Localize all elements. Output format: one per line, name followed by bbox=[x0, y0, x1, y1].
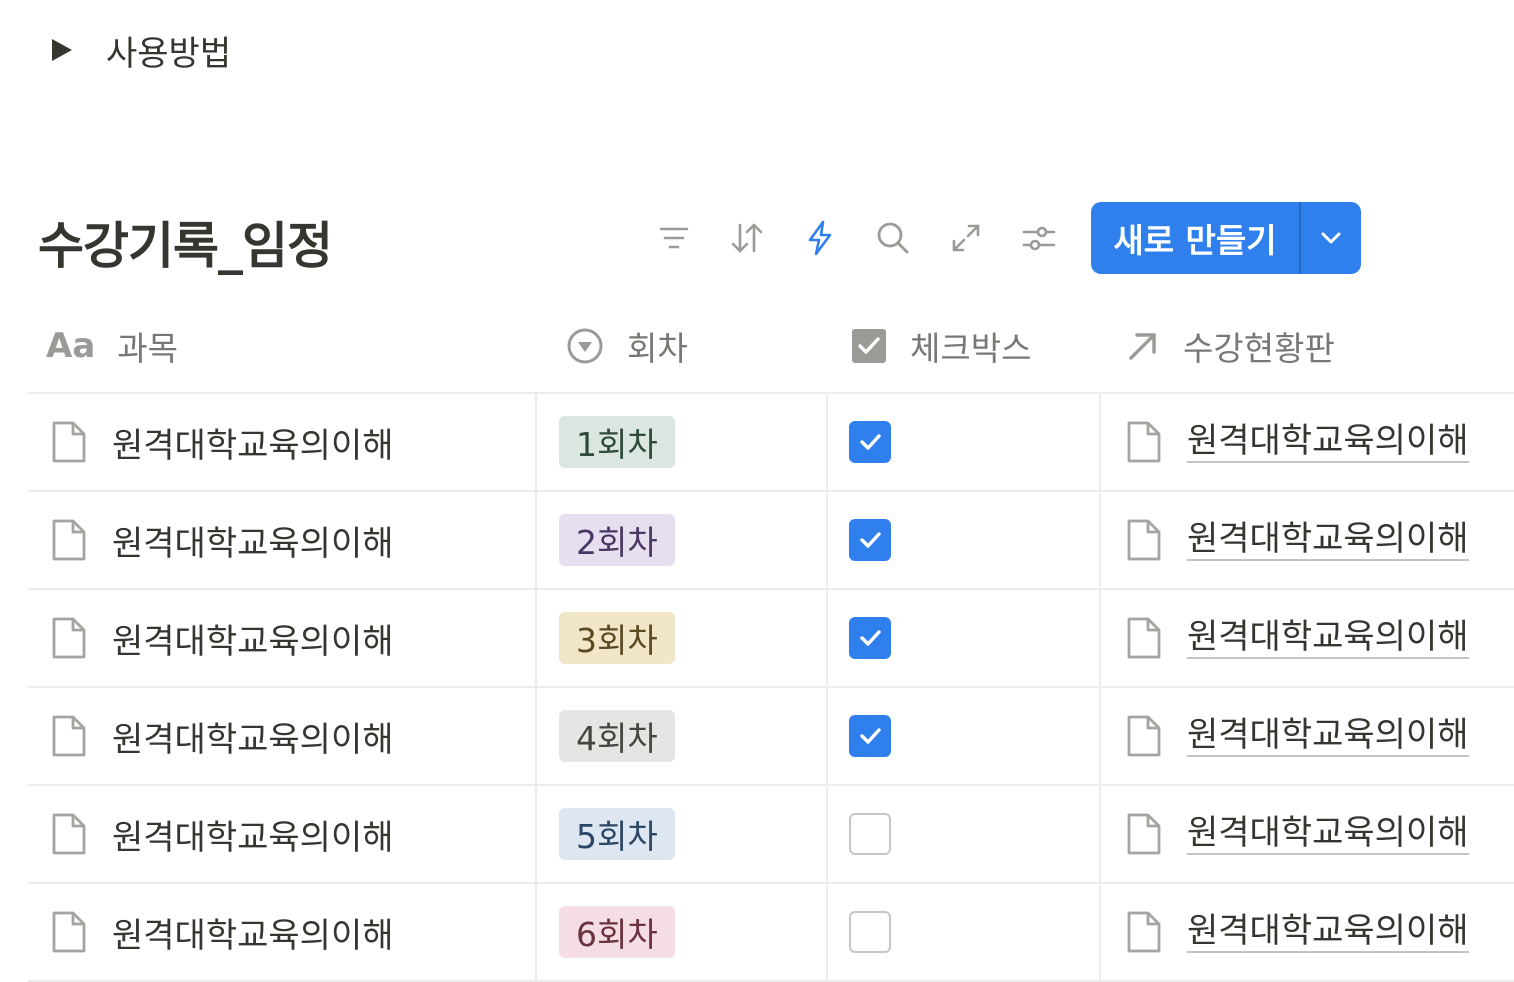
table-row[interactable]: 원격대학교육의이해 3회차 원격대학교육의이해 bbox=[28, 590, 1514, 688]
session-tag: 6회차 bbox=[559, 906, 675, 958]
new-button-group: 새로 만들기 bbox=[1091, 202, 1361, 274]
checkbox[interactable] bbox=[849, 617, 891, 659]
cell-session[interactable]: 1회차 bbox=[537, 394, 828, 490]
checkbox[interactable] bbox=[849, 715, 891, 757]
database-toolbar: 새로 만들기 bbox=[650, 202, 1361, 274]
cell-relation[interactable]: 원격대학교육의이해 bbox=[1101, 884, 1514, 980]
column-header-checkbox[interactable]: 체크박스 bbox=[826, 300, 1099, 392]
select-property-icon bbox=[565, 326, 605, 366]
relation-link[interactable]: 원격대학교육의이해 bbox=[1187, 813, 1469, 855]
relation-link[interactable]: 원격대학교육의이해 bbox=[1187, 911, 1469, 953]
check-icon bbox=[860, 434, 881, 450]
cell-checkbox[interactable] bbox=[828, 786, 1101, 882]
row-title[interactable]: 원격대학교육의이해 bbox=[112, 810, 394, 859]
triangle-right-icon[interactable] bbox=[52, 39, 72, 61]
cell-relation[interactable]: 원격대학교육의이해 bbox=[1101, 688, 1514, 784]
cell-checkbox[interactable] bbox=[828, 884, 1101, 980]
row-title[interactable]: 원격대학교육의이해 bbox=[112, 712, 394, 761]
relation-link[interactable]: 원격대학교육의이해 bbox=[1187, 617, 1469, 659]
page-icon bbox=[1125, 420, 1163, 464]
page-icon bbox=[50, 616, 88, 660]
column-label: 수강현황판 bbox=[1183, 329, 1335, 368]
search-icon[interactable] bbox=[869, 214, 917, 262]
column-header-subject[interactable]: Aa 과목 bbox=[28, 300, 535, 392]
settings-sliders-icon[interactable] bbox=[1015, 214, 1063, 262]
table-row[interactable]: 원격대학교육의이해 1회차 원격대학교육의이해 bbox=[28, 394, 1514, 492]
cell-session[interactable]: 6회차 bbox=[537, 884, 828, 980]
page-icon bbox=[1125, 518, 1163, 562]
sort-icon[interactable] bbox=[723, 214, 771, 262]
page-icon bbox=[1125, 714, 1163, 758]
check-icon bbox=[860, 728, 881, 744]
database-title[interactable]: 수강기록_임정 bbox=[38, 206, 333, 278]
row-title[interactable]: 원격대학교육의이해 bbox=[112, 418, 394, 467]
session-tag: 1회차 bbox=[559, 416, 675, 468]
database-table: Aa 과목 회차 체크박스 수강현황판 원격대학교육의이해 1회차 원격대학교육의이… bbox=[28, 300, 1514, 982]
relation-link[interactable]: 원격대학교육의이해 bbox=[1187, 421, 1469, 463]
text-property-icon: Aa bbox=[46, 326, 96, 366]
cell-subject[interactable]: 원격대학교육의이해 bbox=[28, 884, 537, 980]
page-icon bbox=[50, 518, 88, 562]
checkbox-property-icon bbox=[850, 327, 888, 365]
chevron-down-icon[interactable] bbox=[1301, 202, 1361, 274]
new-button[interactable]: 새로 만들기 bbox=[1091, 202, 1299, 274]
session-tag: 4회차 bbox=[559, 710, 675, 762]
cell-subject[interactable]: 원격대학교육의이해 bbox=[28, 590, 537, 686]
page-icon bbox=[1125, 812, 1163, 856]
row-title[interactable]: 원격대학교육의이해 bbox=[112, 908, 394, 957]
cell-relation[interactable]: 원격대학교육의이해 bbox=[1101, 492, 1514, 588]
column-header-session[interactable]: 회차 bbox=[535, 300, 826, 392]
page-icon bbox=[50, 714, 88, 758]
table-body: 원격대학교육의이해 1회차 원격대학교육의이해 원격대학교육의이해 2회차 원격대학교육의… bbox=[28, 394, 1514, 982]
checkbox[interactable] bbox=[849, 519, 891, 561]
toggle-block[interactable]: 사용방법 bbox=[48, 24, 231, 76]
checkbox[interactable] bbox=[849, 813, 891, 855]
page-icon bbox=[1125, 910, 1163, 954]
cell-checkbox[interactable] bbox=[828, 688, 1101, 784]
cell-checkbox[interactable] bbox=[828, 394, 1101, 490]
automation-lightning-icon[interactable] bbox=[796, 214, 844, 262]
cell-subject[interactable]: 원격대학교육의이해 bbox=[28, 492, 537, 588]
column-header-relation[interactable]: 수강현황판 bbox=[1099, 300, 1514, 392]
table-row[interactable]: 원격대학교육의이해 5회차 원격대학교육의이해 bbox=[28, 786, 1514, 884]
cell-subject[interactable]: 원격대학교육의이해 bbox=[28, 688, 537, 784]
cell-subject[interactable]: 원격대학교육의이해 bbox=[28, 394, 537, 490]
table-row[interactable]: 원격대학교육의이해 4회차 원격대학교육의이해 bbox=[28, 688, 1514, 786]
cell-checkbox[interactable] bbox=[828, 492, 1101, 588]
toggle-label[interactable]: 사용방법 bbox=[106, 26, 231, 75]
cell-session[interactable]: 4회차 bbox=[537, 688, 828, 784]
relation-arrow-icon bbox=[1125, 328, 1161, 364]
cell-relation[interactable]: 원격대학교육의이해 bbox=[1101, 590, 1514, 686]
session-tag: 2회차 bbox=[559, 514, 675, 566]
relation-link[interactable]: 원격대학교육의이해 bbox=[1187, 519, 1469, 561]
page-icon bbox=[50, 812, 88, 856]
cell-relation[interactable]: 원격대학교육의이해 bbox=[1101, 394, 1514, 490]
cell-subject[interactable]: 원격대학교육의이해 bbox=[28, 786, 537, 882]
session-tag: 5회차 bbox=[559, 808, 675, 860]
table-row[interactable]: 원격대학교육의이해 2회차 원격대학교육의이해 bbox=[28, 492, 1514, 590]
checkbox[interactable] bbox=[849, 421, 891, 463]
column-label: 과목 bbox=[117, 329, 178, 368]
page-icon bbox=[50, 420, 88, 464]
cell-session[interactable]: 5회차 bbox=[537, 786, 828, 882]
cell-session[interactable]: 2회차 bbox=[537, 492, 828, 588]
checkbox[interactable] bbox=[849, 911, 891, 953]
row-title[interactable]: 원격대학교육의이해 bbox=[112, 614, 394, 663]
page-icon bbox=[1125, 616, 1163, 660]
column-label: 체크박스 bbox=[910, 329, 1032, 368]
cell-session[interactable]: 3회차 bbox=[537, 590, 828, 686]
check-icon bbox=[860, 532, 881, 548]
expand-icon[interactable] bbox=[942, 214, 990, 262]
cell-checkbox[interactable] bbox=[828, 590, 1101, 686]
table-header: Aa 과목 회차 체크박스 수강현황판 bbox=[28, 300, 1514, 394]
relation-link[interactable]: 원격대학교육의이해 bbox=[1187, 715, 1469, 757]
check-icon bbox=[860, 630, 881, 646]
row-title[interactable]: 원격대학교육의이해 bbox=[112, 516, 394, 565]
table-row[interactable]: 원격대학교육의이해 6회차 원격대학교육의이해 bbox=[28, 884, 1514, 982]
session-tag: 3회차 bbox=[559, 612, 675, 664]
cell-relation[interactable]: 원격대학교육의이해 bbox=[1101, 786, 1514, 882]
column-label: 회차 bbox=[627, 329, 688, 368]
page-icon bbox=[50, 910, 88, 954]
filter-icon[interactable] bbox=[650, 214, 698, 262]
